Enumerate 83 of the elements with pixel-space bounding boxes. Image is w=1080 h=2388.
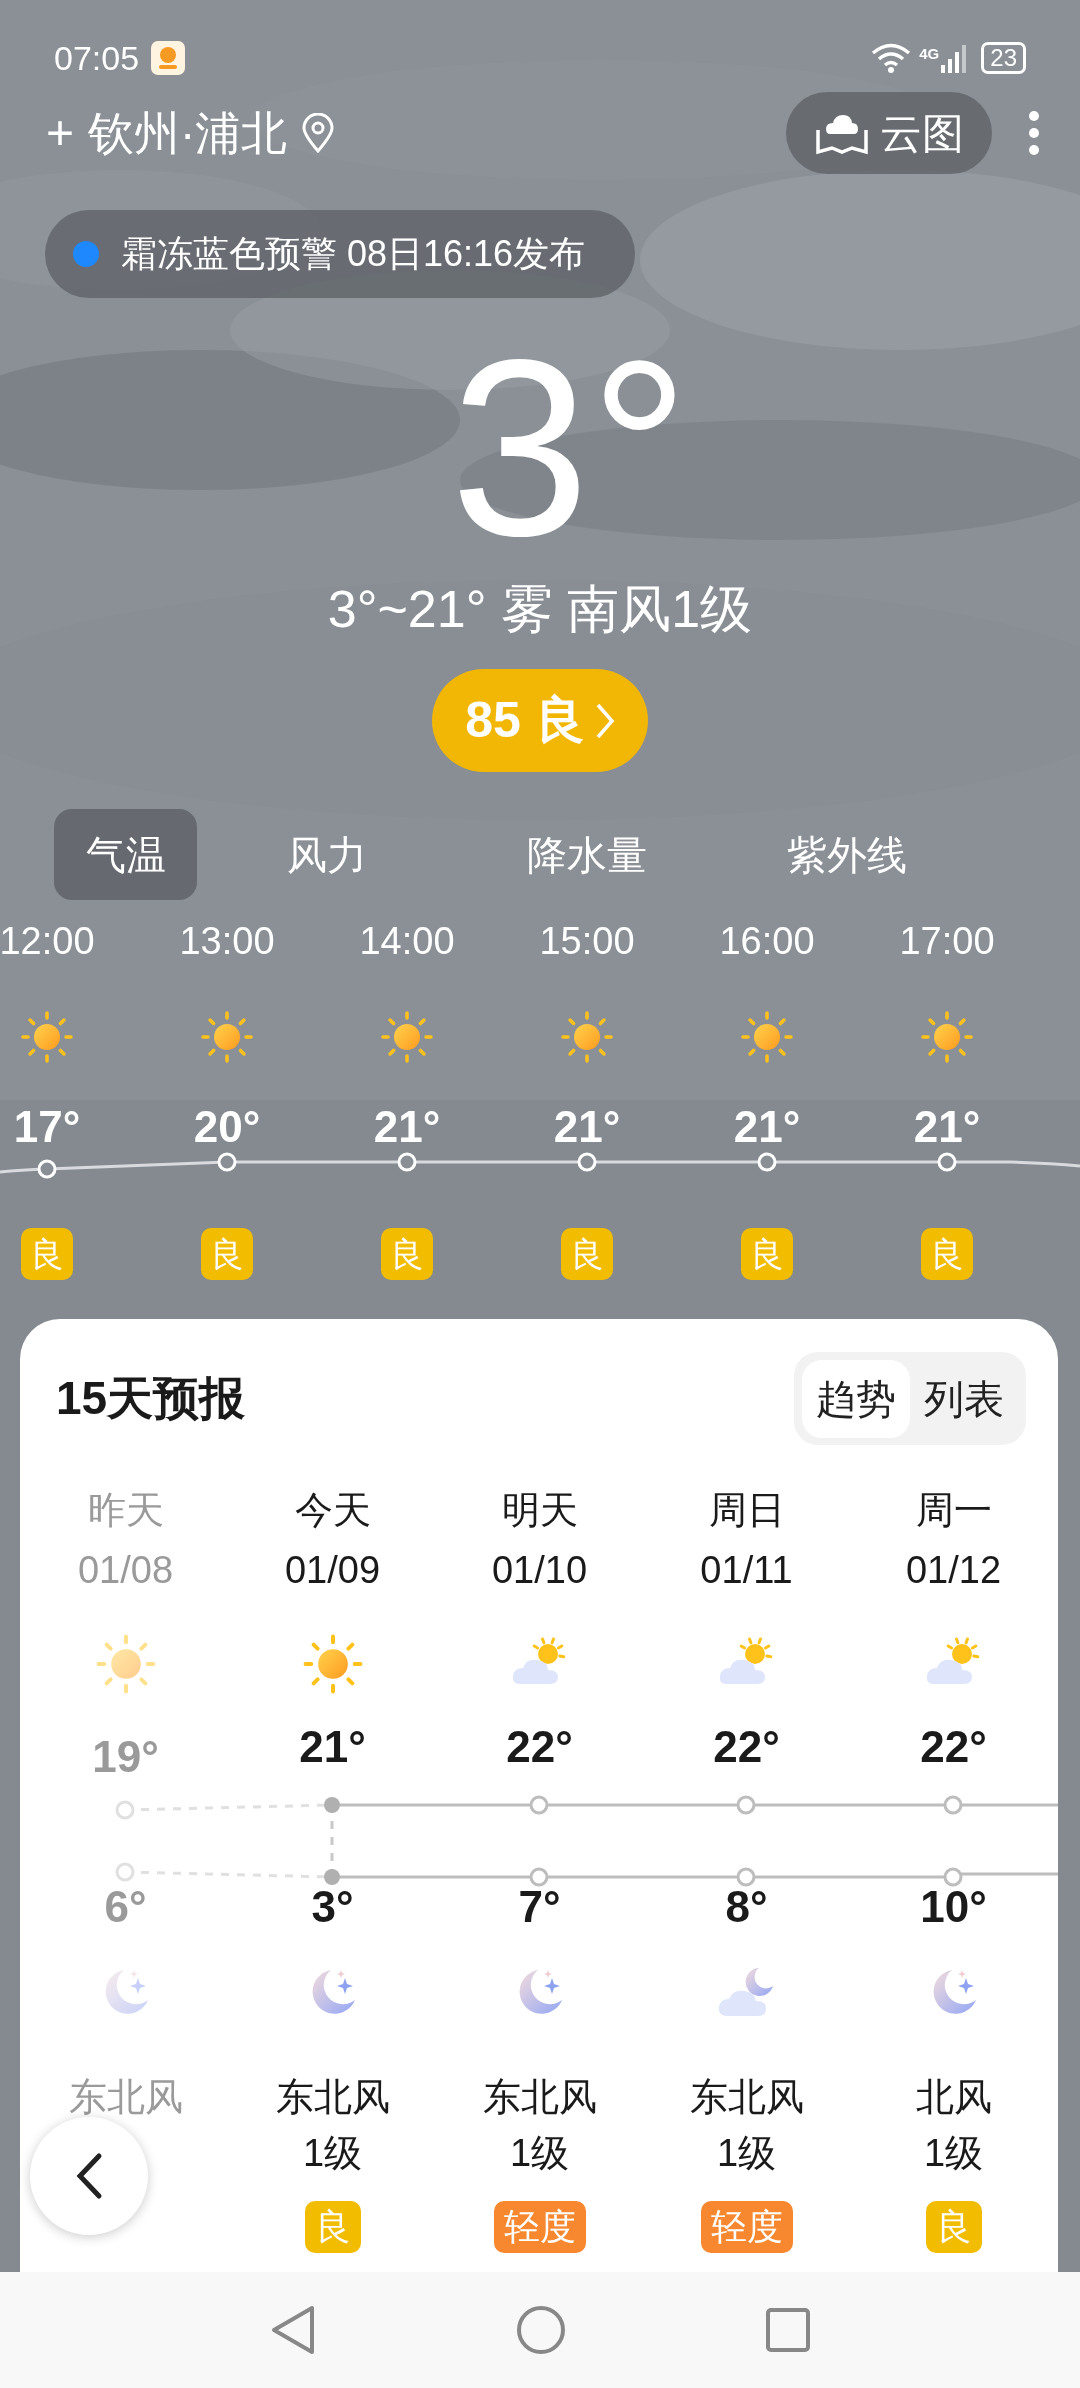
hourly-temperature: 21° bbox=[373, 1102, 441, 1152]
alert-text: 霜冻蓝色预警 08日16:16发布 bbox=[121, 232, 586, 276]
day-label: 今天 bbox=[294, 1488, 371, 1533]
recents-icon[interactable] bbox=[766, 2308, 810, 2352]
wind-level: 1级 bbox=[923, 2132, 984, 2174]
hourly-air-quality: 良 bbox=[741, 1228, 793, 1280]
high-temperature: 21° bbox=[299, 1722, 366, 1772]
hourly-air-quality: 良 bbox=[561, 1228, 613, 1280]
app-notification-icon bbox=[151, 41, 186, 75]
wind-direction: 东北风 bbox=[482, 2075, 597, 2120]
sun-icon bbox=[379, 1009, 435, 1065]
low-temperature: 10° bbox=[920, 1882, 987, 1932]
weather-summary: 3°~21° 雾 南风1级 bbox=[327, 579, 753, 640]
daily-air-quality: 轻度 bbox=[493, 2201, 586, 2253]
weather-alert-pill[interactable]: 霜冻蓝色预警 08日16:16发布 bbox=[45, 210, 635, 298]
chart-tab[interactable]: 降水量 bbox=[457, 809, 717, 900]
hour-label: 12:00 bbox=[0, 920, 95, 962]
status-time: 07:05 bbox=[54, 37, 140, 79]
wind-level: 1级 bbox=[302, 2132, 363, 2174]
location-name: 钦州·浦北 bbox=[88, 105, 288, 161]
low-temperature: 7° bbox=[518, 1882, 561, 1932]
chart-tab[interactable]: 气温 bbox=[54, 809, 197, 900]
date-label: 01/10 bbox=[491, 1548, 588, 1593]
chart-tab[interactable]: 紫外线 bbox=[717, 809, 977, 900]
view-option[interactable]: 趋势 bbox=[802, 1359, 910, 1438]
hourly-air-quality: 良 bbox=[381, 1228, 433, 1280]
wind-direction: 东北风 bbox=[275, 2075, 390, 2120]
wind-direction: 东北风 bbox=[689, 2075, 804, 2120]
home-icon[interactable] bbox=[516, 2305, 566, 2355]
hourly-temperature: 21° bbox=[913, 1102, 981, 1152]
signal-icon bbox=[941, 43, 968, 73]
day-label: 昨天 bbox=[87, 1488, 164, 1533]
daily-air-quality: 良 bbox=[925, 2201, 982, 2253]
sun-icon bbox=[559, 1009, 615, 1065]
hourly-air-quality: 良 bbox=[921, 1228, 973, 1280]
wind-direction: 东北风 bbox=[68, 2075, 183, 2120]
hourly-temperature: 20° bbox=[193, 1102, 261, 1152]
hourly-temperature: 21° bbox=[553, 1102, 621, 1152]
daily-air-quality: 良 bbox=[304, 2201, 361, 2253]
hour-label: 14:00 bbox=[359, 920, 455, 962]
high-temperature: 22° bbox=[713, 1722, 780, 1772]
hourly-temperature: 21° bbox=[733, 1102, 801, 1152]
hour-label: 15:00 bbox=[539, 920, 635, 962]
current-temperature: 3° bbox=[449, 324, 690, 574]
hour-label: 16:00 bbox=[719, 920, 815, 962]
sun-icon bbox=[19, 1009, 75, 1065]
low-temperature: 3° bbox=[311, 1882, 354, 1932]
add-city-button[interactable]: + bbox=[46, 109, 75, 157]
date-label: 01/12 bbox=[905, 1548, 1002, 1593]
sun-icon bbox=[199, 1009, 255, 1065]
cloud-map-button[interactable]: 云图 bbox=[786, 92, 992, 174]
network-type: 4G bbox=[919, 44, 940, 64]
hourly-air-quality: 良 bbox=[201, 1228, 253, 1280]
sun-icon bbox=[919, 1009, 975, 1065]
day-label: 周一 bbox=[915, 1488, 992, 1533]
wifi-icon bbox=[871, 42, 912, 74]
daily-air-quality: 轻度 bbox=[700, 2201, 793, 2253]
hour-label: 17:00 bbox=[899, 920, 995, 962]
wind-level: 1级 bbox=[716, 2132, 777, 2174]
day-label: 周日 bbox=[708, 1488, 785, 1533]
high-temperature: 19° bbox=[92, 1732, 159, 1782]
battery-indicator: 23 bbox=[981, 42, 1026, 74]
hourly-air-quality: 良 bbox=[21, 1228, 73, 1280]
sun-icon bbox=[739, 1009, 795, 1065]
forecast-title: 15天预报 bbox=[56, 1371, 246, 1426]
date-label: 01/11 bbox=[700, 1548, 793, 1593]
wind-level: 1级 bbox=[509, 2132, 570, 2174]
chart-tab[interactable]: 风力 bbox=[197, 809, 457, 900]
high-temperature: 22° bbox=[920, 1722, 987, 1772]
location-pin-icon bbox=[301, 113, 336, 153]
high-temperature: 22° bbox=[506, 1722, 573, 1772]
date-label: 01/08 bbox=[77, 1548, 174, 1593]
chevron-left-icon bbox=[75, 2152, 103, 2200]
low-temperature: 6° bbox=[104, 1882, 147, 1932]
back-icon[interactable] bbox=[270, 2304, 316, 2356]
day-label: 明天 bbox=[501, 1488, 578, 1533]
hourly-temperature: 17° bbox=[13, 1102, 81, 1152]
wind-direction: 北风 bbox=[915, 2075, 992, 2120]
more-options-icon[interactable] bbox=[1028, 110, 1040, 156]
hour-label: 13:00 bbox=[179, 920, 275, 962]
view-option[interactable]: 列表 bbox=[910, 1359, 1018, 1438]
date-label: 01/09 bbox=[284, 1548, 381, 1593]
low-temperature: 8° bbox=[725, 1882, 768, 1932]
